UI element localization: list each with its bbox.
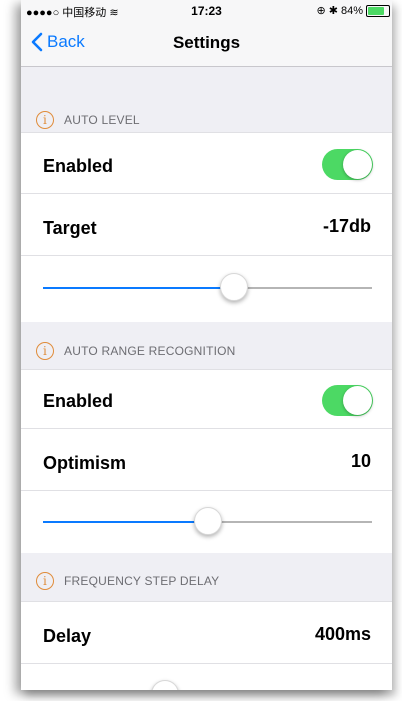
slider-fill xyxy=(43,521,208,523)
frequency-slider-row xyxy=(21,663,392,690)
row-label: Enabled xyxy=(43,156,114,176)
alarm-icon: ⊕ xyxy=(316,5,326,17)
auto-level-slider-row xyxy=(21,255,392,322)
settings-screen: ●●●●○ 中国移动 ≋ 17:23 ⊕ ✱ 84% Back Settings… xyxy=(21,0,392,690)
info-icon[interactable]: i xyxy=(36,341,54,360)
auto-range-slider-row xyxy=(21,490,392,553)
slider-thumb[interactable] xyxy=(150,680,179,690)
navigation-bar: Back Settings xyxy=(21,20,392,67)
optimism-slider[interactable] xyxy=(43,507,372,535)
auto-range-toggle[interactable] xyxy=(322,385,373,416)
info-icon[interactable]: i xyxy=(36,110,54,129)
slider-thumb[interactable] xyxy=(193,507,222,535)
battery-percent: 84% xyxy=(340,4,363,17)
battery-icon xyxy=(366,4,390,17)
section-header-frequency-step: i FREQUENCY STEP DELAY xyxy=(21,558,392,603)
row-label: Optimism xyxy=(43,453,127,473)
row-label: Delay xyxy=(43,626,92,646)
auto-level-enabled-row: Enabled xyxy=(21,132,392,194)
auto-level-toggle[interactable] xyxy=(322,149,373,180)
auto-range-enabled-row: Enabled xyxy=(21,369,392,429)
battery-fill xyxy=(368,6,385,15)
toggle-knob xyxy=(343,150,372,179)
slider-fill xyxy=(43,287,234,289)
page-title: Settings xyxy=(172,33,241,52)
target-slider[interactable] xyxy=(43,273,372,301)
frequency-delay-row: Delay 400ms xyxy=(21,601,392,664)
target-value: -17db xyxy=(322,216,371,236)
status-right: ⊕ ✱ 84% xyxy=(317,4,390,17)
delay-value: 400ms xyxy=(314,624,371,644)
row-label: Target xyxy=(43,218,97,238)
section-title: FREQUENCY STEP DELAY xyxy=(64,573,220,588)
section-header-auto-range: i AUTO RANGE RECOGNITION xyxy=(21,328,392,373)
row-label: Enabled xyxy=(43,391,114,411)
bluetooth-icon: ✱ xyxy=(328,5,338,17)
toggle-knob xyxy=(343,386,372,415)
status-bar: ●●●●○ 中国移动 ≋ 17:23 ⊕ ✱ 84% xyxy=(21,0,392,20)
section-title: AUTO LEVEL xyxy=(64,112,140,127)
info-icon[interactable]: i xyxy=(36,571,54,590)
section-title: AUTO RANGE RECOGNITION xyxy=(64,343,236,358)
auto-range-optimism-row: Optimism 10 xyxy=(21,428,392,491)
optimism-value: 10 xyxy=(350,451,371,471)
auto-level-target-row: Target -17db xyxy=(21,193,392,256)
slider-thumb[interactable] xyxy=(219,273,248,301)
